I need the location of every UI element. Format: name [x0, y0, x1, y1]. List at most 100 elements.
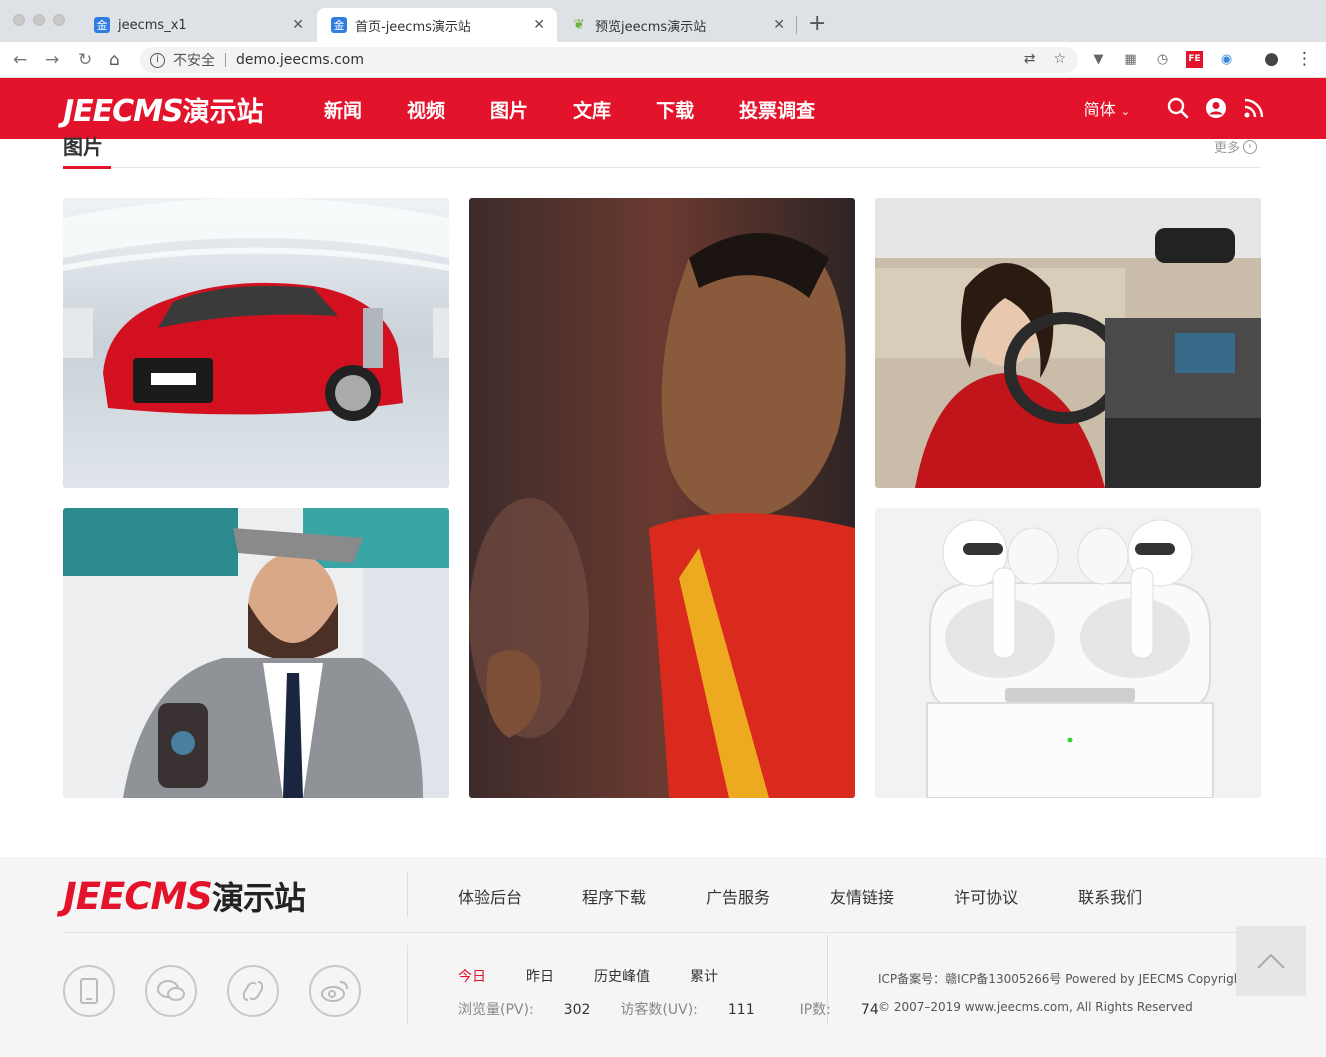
menu-kebab-icon[interactable]: ⋮: [1296, 51, 1313, 68]
more-link[interactable]: 更多 ›: [1214, 137, 1258, 156]
chevron-up-icon: [1257, 953, 1285, 969]
close-tab-icon[interactable]: ✕: [292, 17, 304, 33]
stats-tab-today[interactable]: 今日: [458, 966, 486, 986]
browser-tab-2-active[interactable]: 金 首页-jeecms演示站 ✕: [317, 8, 557, 42]
extension-globe-icon[interactable]: ◉: [1218, 51, 1235, 68]
translate-icon[interactable]: ⇄: [1024, 51, 1036, 67]
footer-link-ads[interactable]: 广告服务: [706, 884, 770, 908]
profile-icon[interactable]: ●: [1263, 51, 1280, 68]
ip-stat: IP数: 74: [800, 999, 879, 1019]
extension-v-icon[interactable]: ▼: [1090, 51, 1107, 68]
ip-label: IP数:: [799, 1002, 831, 1018]
uv-label: 访客数(UV):: [620, 1002, 698, 1018]
jeecms-favicon-icon: 金: [94, 17, 110, 33]
jeecms-favicon-icon: 金: [331, 17, 347, 33]
weibo-icon[interactable]: [309, 965, 361, 1017]
section-title-underline: [63, 166, 111, 169]
nav-video[interactable]: 视频: [407, 96, 445, 123]
tab-separator: [796, 16, 797, 34]
stats-tab-peak[interactable]: 历史峰值: [594, 966, 650, 986]
pv-value: 302: [563, 1002, 591, 1018]
nav-pictures[interactable]: 图片: [490, 96, 528, 123]
gallery-item-woman-driving[interactable]: [875, 198, 1261, 488]
gallery-item-man-phone[interactable]: [63, 508, 449, 798]
extension-clock-icon[interactable]: ◷: [1154, 51, 1171, 68]
site-footer: JEECMS演示站 体验后台 程序下载 广告服务 友情链接 许可协议 联系我们 …: [0, 857, 1326, 1057]
language-select[interactable]: 简体 ⌄: [1084, 96, 1130, 120]
forward-icon[interactable]: →: [45, 50, 59, 70]
extension-fe-icon[interactable]: FE: [1186, 51, 1203, 68]
home-icon[interactable]: ⌂: [109, 50, 120, 70]
window-zoom-button[interactable]: [53, 14, 65, 26]
football-player-image: [469, 198, 855, 798]
nav-library[interactable]: 文库: [573, 96, 611, 123]
browser-tab-3[interactable]: ❦ 预览jeecms演示站 ✕: [557, 8, 797, 42]
icp-info: ICP备案号：赣ICP备13005266号 Powered by JEECMS …: [878, 965, 1246, 1021]
gallery-item-earbuds[interactable]: [875, 508, 1261, 798]
back-to-top-button[interactable]: [1236, 926, 1306, 996]
stats-values: 浏览量(PV): 302 访客数(UV): 111 IP数: 74: [458, 999, 909, 1019]
tab-title: 预览jeecms演示站: [595, 19, 707, 35]
rss-icon[interactable]: [1242, 96, 1266, 120]
language-label: 简体: [1083, 100, 1116, 119]
header-actions: 简体 ⌄: [1084, 96, 1266, 120]
footer-link-admin[interactable]: 体验后台: [458, 884, 522, 908]
stats-tab-total[interactable]: 累计: [690, 966, 718, 986]
search-icon[interactable]: [1166, 96, 1190, 120]
site-header: JEECMS演示站 新闻 视频 图片 文库 下载 投票调查 简体 ⌄: [0, 78, 1326, 139]
woman-driving-image: [875, 198, 1261, 488]
new-tab-icon[interactable]: +: [808, 11, 826, 36]
footer-logo[interactable]: JEECMS演示站: [63, 873, 306, 919]
back-icon[interactable]: ←: [13, 50, 27, 70]
footer-links: 体验后台 程序下载 广告服务 友情链接 许可协议 联系我们: [458, 884, 1202, 908]
pv-label: 浏览量(PV):: [458, 1002, 534, 1018]
footer-hr: [63, 932, 1261, 933]
pv-stat: 浏览量(PV): 302: [458, 999, 590, 1019]
url-text[interactable]: demo.jeecms.com: [236, 52, 364, 68]
footer-link-friends[interactable]: 友情链接: [830, 884, 894, 908]
main-nav: 新闻 视频 图片 文库 下载 投票调查: [324, 96, 860, 123]
uv-stat: 访客数(UV): 111: [620, 999, 754, 1019]
security-label: 不安全: [173, 53, 215, 69]
link-icon[interactable]: [227, 965, 279, 1017]
tab-title: jeecms_x1: [118, 17, 187, 33]
user-icon[interactable]: [1204, 96, 1228, 120]
address-bar[interactable]: i 不安全 demo.jeecms.com ⇄ ☆: [140, 47, 1078, 73]
chevron-right-icon: ›: [1243, 139, 1258, 154]
gallery-item-car[interactable]: [63, 198, 449, 488]
bookmark-star-icon[interactable]: ☆: [1053, 51, 1066, 67]
footer-link-contact[interactable]: 联系我们: [1078, 884, 1142, 908]
copyright-line: © 2007–2019 www.jeecms.com, All Rights R…: [878, 1000, 1193, 1014]
gallery-item-football-player[interactable]: [469, 198, 855, 798]
stats-tabs: 今日 昨日 历史峰值 累计: [458, 966, 758, 986]
browser-toolbar: ← → ↻ ⌂ i 不安全 demo.jeecms.com ⇄ ☆ ▼ ▦ ◷ …: [0, 42, 1326, 78]
car-image: [63, 198, 449, 488]
mobile-icon[interactable]: [63, 965, 115, 1017]
window-minimize-button[interactable]: [33, 14, 45, 26]
site-logo[interactable]: JEECMS演示站: [63, 90, 264, 129]
footer-logo-en: JEECMS: [63, 875, 213, 918]
footer-divider: [407, 871, 408, 917]
nav-news[interactable]: 新闻: [324, 96, 362, 123]
nav-vote[interactable]: 投票调查: [739, 96, 815, 123]
browser-tab-bar: 金 jeecms_x1 ✕ 金 首页-jeecms演示站 ✕ ❦ 预览jeecm…: [0, 0, 1326, 42]
nav-download[interactable]: 下载: [656, 96, 694, 123]
close-tab-icon[interactable]: ✕: [773, 17, 785, 33]
close-tab-icon[interactable]: ✕: [533, 17, 545, 33]
window-close-button[interactable]: [13, 14, 25, 26]
chevron-down-icon: ⌄: [1120, 105, 1130, 118]
info-icon[interactable]: i: [150, 52, 165, 68]
section-title: 图片: [63, 135, 103, 159]
extension-grid-icon[interactable]: ▦: [1122, 51, 1139, 68]
footer-link-license[interactable]: 许可协议: [954, 884, 1018, 908]
footer-link-download[interactable]: 程序下载: [582, 884, 646, 908]
ip-value: 74: [860, 1002, 879, 1018]
reload-icon[interactable]: ↻: [78, 50, 92, 70]
stats-tab-yesterday[interactable]: 昨日: [526, 966, 554, 986]
footer-divider: [407, 945, 408, 1025]
man-with-phone-image: [63, 508, 449, 798]
tab-title: 首页-jeecms演示站: [355, 19, 471, 35]
wechat-icon[interactable]: [145, 965, 197, 1017]
section-divider: [63, 167, 1261, 168]
browser-tab-1[interactable]: 金 jeecms_x1 ✕: [80, 8, 316, 42]
